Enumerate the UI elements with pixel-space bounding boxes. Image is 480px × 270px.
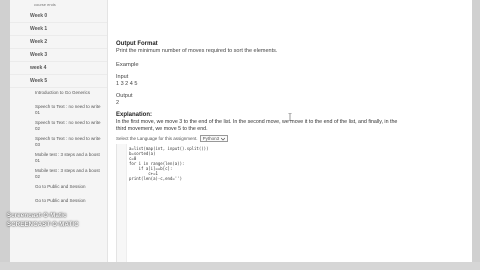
problem-content: Output Format Print the minimum number o… [116, 0, 472, 262]
sidebar-subitem[interactable]: Speech to Text : no need to write 03 [10, 134, 107, 150]
input-value: 1 3 2 4 5 [116, 81, 138, 87]
sidebar-subitem[interactable]: Introduction to Go Generics [10, 88, 107, 102]
chevron-down-icon [221, 137, 226, 140]
text-cursor-icon [288, 113, 292, 121]
code-editor[interactable]: a=list(map(int, input().split())) b=sort… [116, 144, 472, 262]
screencast-watermark: Screencast-O-Matic SCREENCAST-O-MATIC [7, 212, 79, 230]
sidebar-item-week-4[interactable]: week 4 [10, 62, 107, 75]
code-area[interactable]: a=list(map(int, input().split())) b=sort… [129, 146, 208, 181]
sidebar-item-week-0[interactable]: Week 0 [10, 10, 107, 23]
sidebar-item-week-2[interactable]: Week 2 [10, 36, 107, 49]
output-format-heading: Output Format [116, 41, 158, 47]
sidebar-item-course-ends[interactable]: course ends [10, 0, 107, 10]
example-heading: Example [116, 62, 139, 68]
output-label: Output [116, 93, 133, 99]
explanation-text: In the first move, we move 3 to the end … [116, 119, 398, 132]
sidebar-subitem[interactable]: Speech to Text : no need to write 01 [10, 102, 107, 118]
input-label: Input [116, 74, 129, 80]
sidebar-subitem[interactable]: Go to Public and Session [10, 182, 107, 196]
output-format-text: Print the minimum number of moves requir… [116, 48, 278, 54]
language-selector-row: Select the Language for this assignment.… [116, 135, 229, 142]
sidebar-subitem[interactable]: Go to Public and Session [10, 196, 107, 210]
output-value: 2 [116, 100, 120, 106]
sidebar-subitem[interactable]: Mobile test : 3 steps and a boost 02 [10, 166, 107, 182]
window-frame-right [472, 0, 480, 270]
explanation-heading: Explanation: [116, 112, 153, 118]
watermark-line-2: SCREENCAST-O-MATIC [7, 222, 79, 228]
language-select[interactable]: Python3 [199, 135, 229, 142]
language-prompt: Select the Language for this assignment. [116, 136, 198, 141]
sidebar-subitem[interactable]: Speech to Text : no need to write 02 [10, 118, 107, 134]
sidebar-subitem[interactable]: Mobile test : 3 steps and a boost 01 [10, 150, 107, 166]
sidebar-item-week-1[interactable]: Week 1 [10, 23, 107, 36]
window-frame-bottom [0, 262, 480, 270]
watermark-line-1: Screencast-O-Matic [7, 213, 67, 219]
code-line: print(len(a)-c,end='') [129, 176, 182, 181]
sidebar-item-week-3[interactable]: Week 3 [10, 49, 107, 62]
sidebar-item-week-5[interactable]: Week 5 [10, 75, 107, 88]
editor-line-gutter [117, 144, 127, 262]
language-selected-value: Python3 [202, 135, 220, 141]
